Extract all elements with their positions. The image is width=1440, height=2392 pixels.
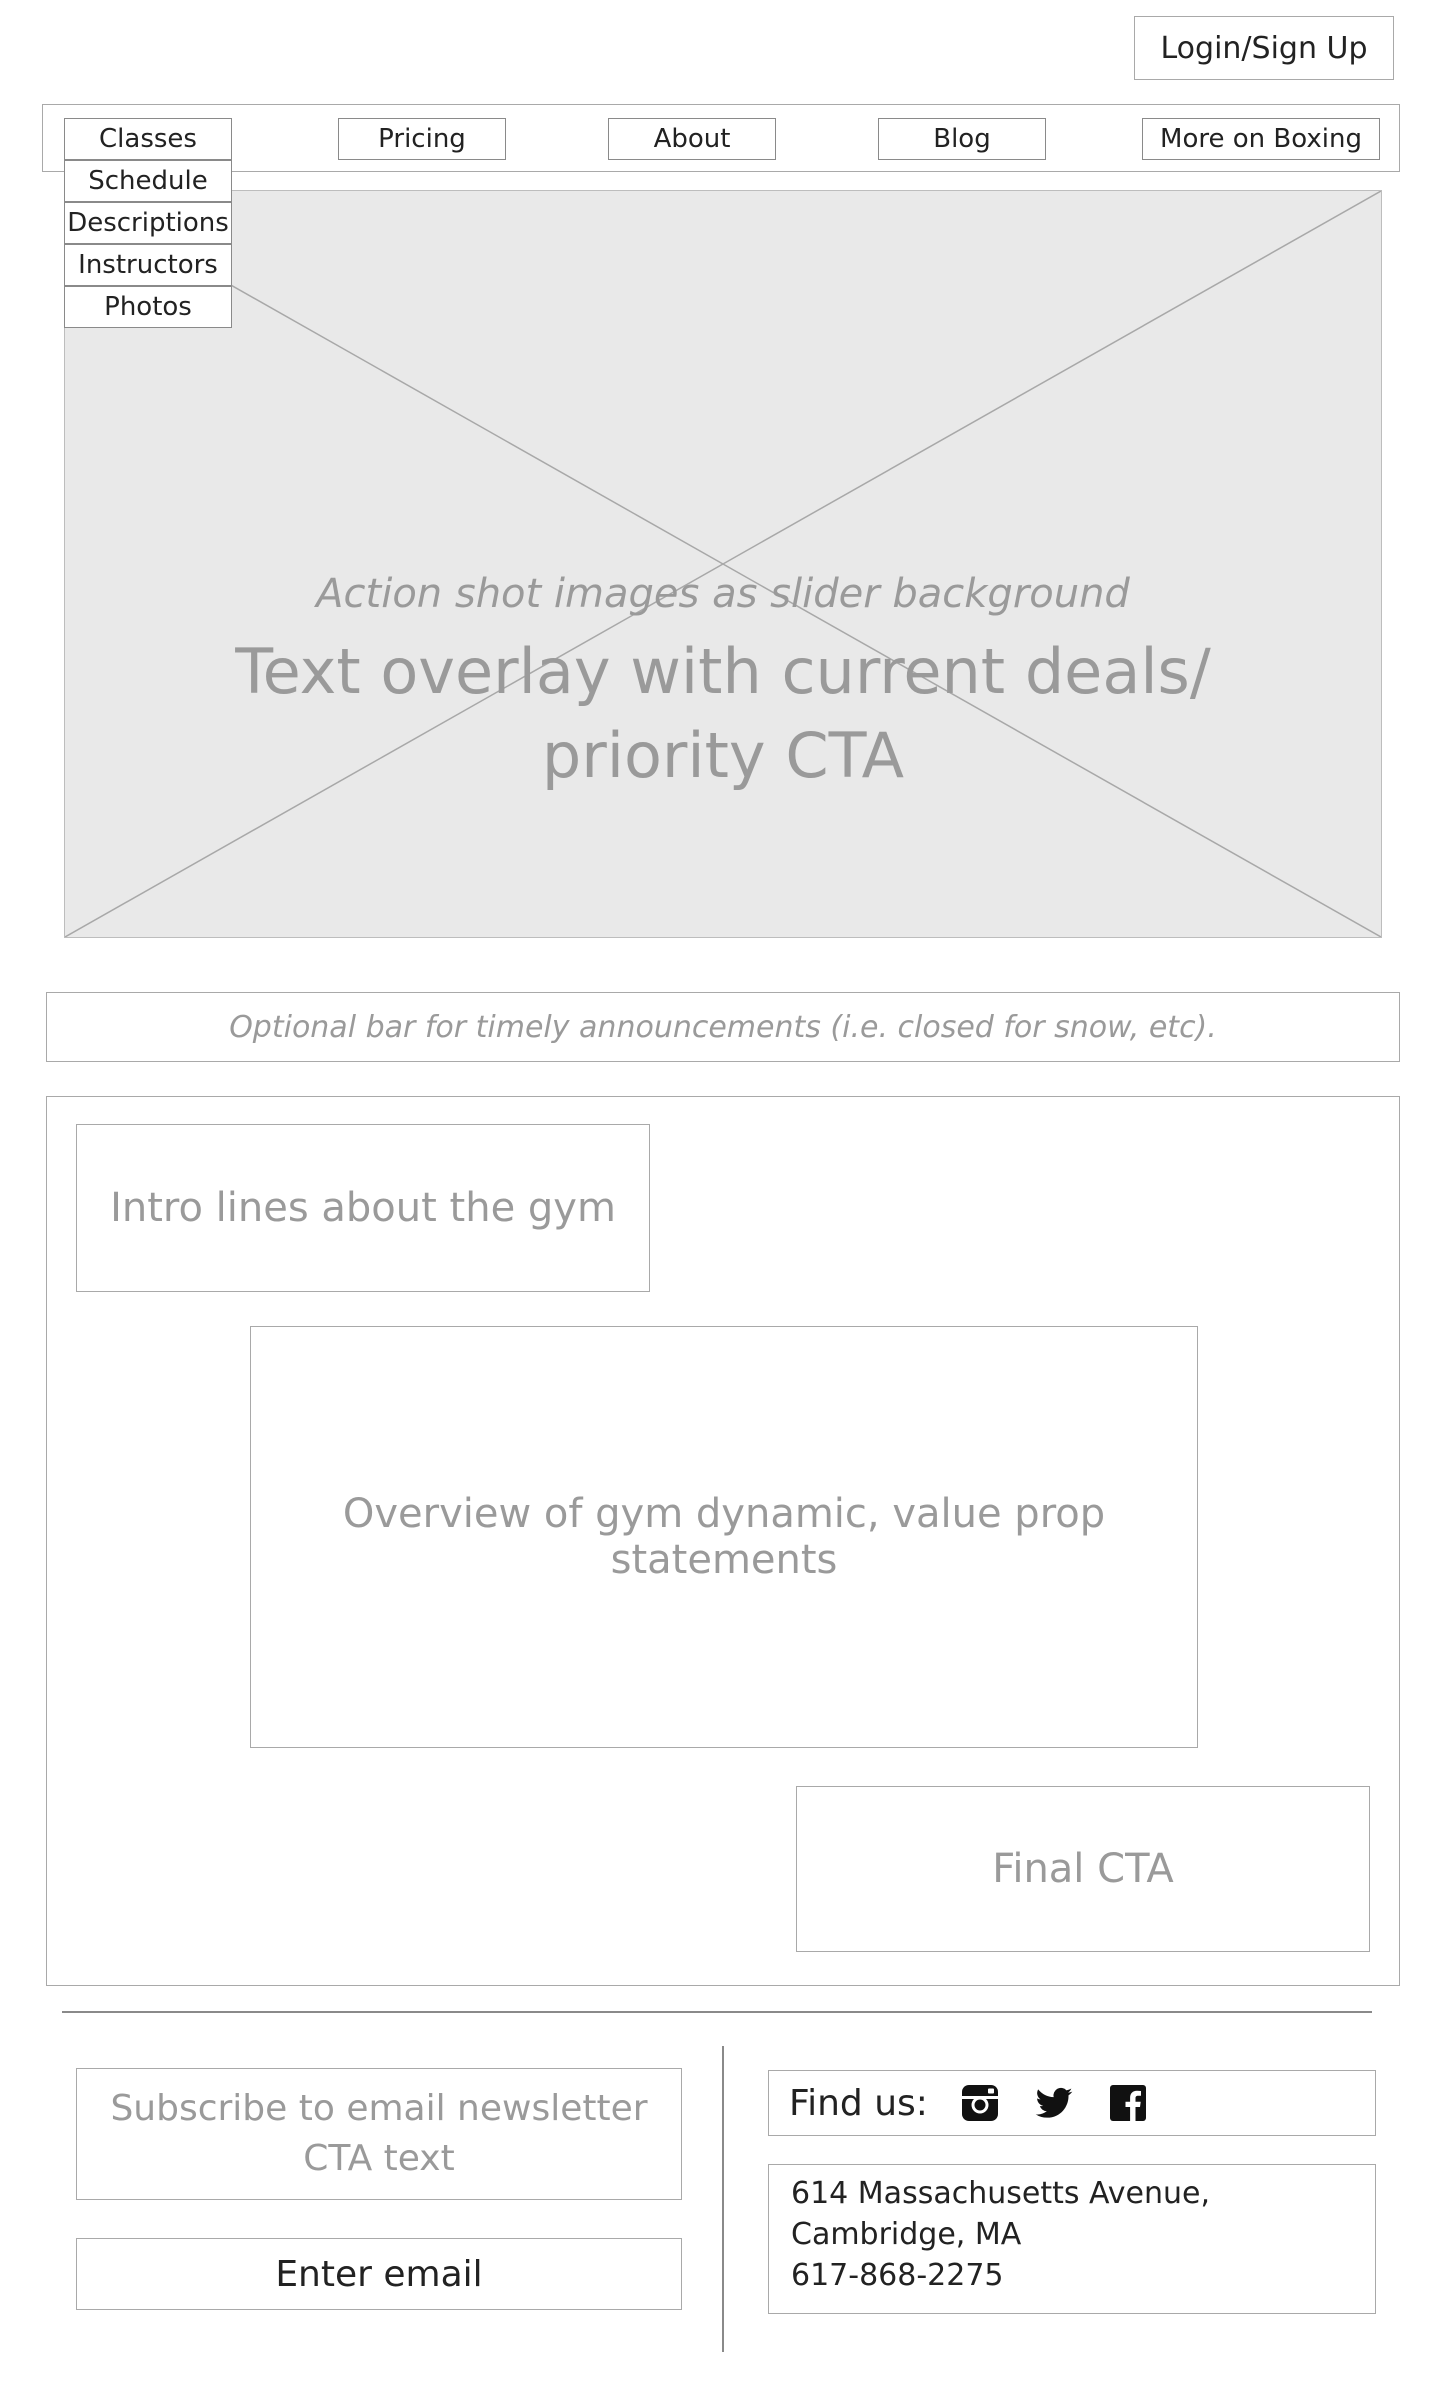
address-block: 614 Massachusetts Avenue, Cambridge, MA … <box>768 2164 1376 2314</box>
dropdown-item-instructors[interactable]: Instructors <box>64 244 232 286</box>
nav-item-about[interactable]: About <box>608 118 776 160</box>
nav-item-classes[interactable]: Classes <box>64 118 232 160</box>
find-us-bar: Find us: <box>768 2070 1376 2136</box>
overview-block: Overview of gym dynamic, value prop stat… <box>250 1326 1198 1748</box>
newsletter-cta: Subscribe to email newsletter CTA text <box>76 2068 682 2200</box>
email-input[interactable] <box>76 2238 682 2310</box>
hero-slider[interactable]: Action shot images as slider background <box>64 190 1382 938</box>
hero-overlay-line-1: Text overlay with current deals/ <box>235 635 1211 708</box>
hero-overlay-text: Text overlay with current deals/ priorit… <box>64 630 1382 798</box>
hero-overlay-line-2: priority CTA <box>541 719 905 792</box>
footer-divider-vertical <box>722 2046 724 2352</box>
image-placeholder-icon <box>65 191 1381 937</box>
address-line-2: Cambridge, MA <box>791 2217 1022 2252</box>
facebook-icon[interactable] <box>1106 2081 1150 2125</box>
newsletter-cta-line-1: Subscribe to email newsletter <box>110 2088 648 2129</box>
address-line-1: 614 Massachusetts Avenue, <box>791 2176 1211 2211</box>
nav-item-pricing[interactable]: Pricing <box>338 118 506 160</box>
hero-caption: Action shot images as slider background <box>316 571 1130 617</box>
final-cta-button[interactable]: Final CTA <box>796 1786 1370 1952</box>
nav-item-blog[interactable]: Blog <box>878 118 1046 160</box>
phone-number[interactable]: 617-868-2275 <box>791 2255 1353 2296</box>
footer-divider-horizontal <box>62 2011 1372 2013</box>
dropdown-item-schedule[interactable]: Schedule <box>64 160 232 202</box>
twitter-icon[interactable] <box>1032 2081 1076 2125</box>
nav-item-more-on-boxing[interactable]: More on Boxing <box>1142 118 1380 160</box>
announcement-bar: Optional bar for timely announcements (i… <box>46 992 1400 1062</box>
login-signup-button[interactable]: Login/Sign Up <box>1134 16 1394 80</box>
dropdown-item-descriptions[interactable]: Descriptions <box>64 202 232 244</box>
instagram-icon[interactable] <box>958 2081 1002 2125</box>
intro-block: Intro lines about the gym <box>76 1124 650 1292</box>
dropdown-item-photos[interactable]: Photos <box>64 286 232 328</box>
newsletter-cta-line-2: CTA text <box>303 2138 455 2179</box>
find-us-label: Find us: <box>789 2082 928 2124</box>
